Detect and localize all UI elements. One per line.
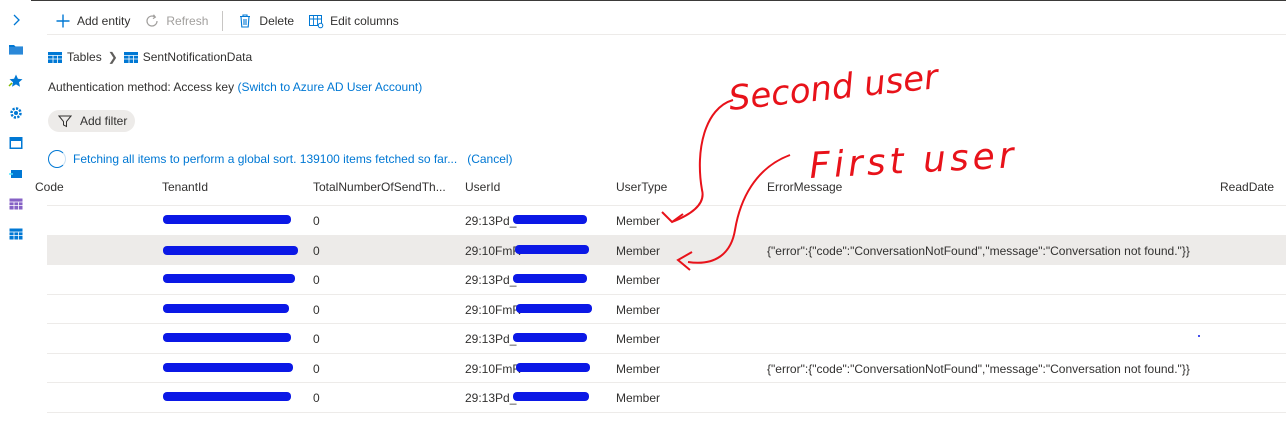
entity-table: Code TenantId TotalNumberOfSendTh... Use… bbox=[35, 176, 1286, 413]
usertype-cell: Member bbox=[616, 243, 661, 258]
table-icon[interactable] bbox=[8, 226, 24, 242]
folder-icon[interactable] bbox=[8, 41, 24, 57]
switch-auth-link[interactable]: (Switch to Azure AD User Account) bbox=[237, 80, 422, 94]
userid-cell: 29:13Pd_ bbox=[465, 273, 517, 287]
redaction-mark bbox=[516, 303, 592, 313]
column-header-tenantid[interactable]: TenantId bbox=[162, 180, 208, 194]
filter-icon bbox=[58, 115, 72, 128]
table-row[interactable]: 0 29:13Pd_ Member bbox=[47, 324, 1286, 354]
total-cell: 0 bbox=[313, 332, 320, 346]
userid-cell: 29:10FmR bbox=[465, 302, 522, 317]
userid-cell: 29:13Pd_ bbox=[465, 332, 517, 346]
error-cell: {"error":{"code":"ConversationNotFound",… bbox=[767, 243, 1190, 258]
table-header: Code TenantId TotalNumberOfSendTh... Use… bbox=[35, 176, 1286, 206]
column-header-usertype[interactable]: UserType bbox=[616, 180, 667, 194]
redaction-mark bbox=[163, 245, 298, 255]
userid-cell: 29:13Pd_ bbox=[465, 214, 517, 228]
redaction-mark bbox=[163, 333, 291, 342]
auth-method-label: Authentication method: bbox=[48, 80, 171, 94]
usertype-cell: Member bbox=[616, 214, 661, 228]
redaction-mark bbox=[513, 215, 587, 224]
total-cell: 0 bbox=[313, 273, 320, 287]
total-cell: 0 bbox=[313, 243, 320, 258]
refresh-icon bbox=[144, 13, 160, 29]
total-cell: 0 bbox=[313, 302, 320, 317]
usertype-cell: Member bbox=[616, 391, 661, 405]
table-row[interactable]: 0 29:13Pd_ Member bbox=[47, 206, 1286, 236]
edit-columns-icon bbox=[308, 13, 324, 29]
loading-spinner-icon bbox=[48, 150, 66, 168]
table-row[interactable]: 0 29:10FmR Member bbox=[47, 295, 1286, 324]
expand-chevron-icon[interactable] bbox=[8, 12, 24, 28]
refresh-label: Refresh bbox=[166, 14, 209, 28]
toolbar-divider bbox=[222, 11, 224, 31]
table-icon bbox=[48, 51, 62, 63]
error-cell: {"error":{"code":"ConversationNotFound",… bbox=[767, 361, 1190, 376]
usertype-cell: Member bbox=[616, 302, 661, 317]
add-entity-button[interactable]: Add entity bbox=[55, 11, 130, 31]
plus-icon bbox=[55, 13, 71, 29]
window-top-border bbox=[0, 0, 1286, 1]
column-header-errormessage[interactable]: ErrorMessage bbox=[767, 180, 842, 194]
left-nav-rail bbox=[0, 0, 31, 421]
total-cell: 0 bbox=[313, 361, 320, 376]
redaction-mark bbox=[515, 244, 589, 254]
trash-icon bbox=[237, 13, 253, 29]
total-cell: 0 bbox=[313, 214, 320, 228]
fetch-status: Fetching all items to perform a global s… bbox=[48, 150, 513, 168]
add-entity-label: Add entity bbox=[77, 14, 131, 28]
star-icon[interactable] bbox=[8, 73, 24, 89]
column-header-userid[interactable]: UserId bbox=[465, 180, 500, 194]
edit-columns-label: Edit columns bbox=[330, 14, 399, 28]
table-storage-icon[interactable] bbox=[8, 196, 24, 212]
table-row[interactable]: 0 29:13Pd_ Member bbox=[47, 265, 1286, 295]
stray-dot bbox=[1198, 335, 1200, 337]
table-icon bbox=[123, 51, 138, 63]
delete-button[interactable]: Delete bbox=[237, 11, 294, 31]
storage-account-icon[interactable] bbox=[8, 135, 24, 151]
cancel-fetch-link[interactable]: (Cancel) bbox=[467, 152, 512, 166]
breadcrumb-current-table: SentNotificationData bbox=[142, 50, 253, 64]
table-row[interactable]: 0 29:13Pd_ Member bbox=[47, 383, 1286, 413]
delete-label: Delete bbox=[259, 14, 295, 28]
add-filter-label: Add filter bbox=[80, 114, 128, 128]
breadcrumb-chevron-icon: ❯ bbox=[107, 50, 118, 64]
redaction-mark bbox=[163, 362, 293, 372]
refresh-button[interactable]: Refresh bbox=[144, 11, 208, 31]
edit-columns-button[interactable]: Edit columns bbox=[308, 11, 399, 31]
redaction-mark bbox=[163, 215, 291, 224]
table-row-selected[interactable]: 0 29:10FmR Member {"error":{"code":"Conv… bbox=[47, 235, 1286, 265]
redaction-mark bbox=[516, 362, 590, 372]
auth-method-line: Authentication method: Access key (Switc… bbox=[48, 80, 422, 94]
redaction-mark bbox=[513, 392, 589, 401]
queue-icon[interactable] bbox=[8, 165, 24, 181]
toolbar-divider-line bbox=[47, 34, 1286, 35]
auth-method-value: Access key bbox=[173, 80, 235, 94]
redaction-mark bbox=[163, 392, 291, 401]
userid-cell: 29:10FmR bbox=[465, 361, 522, 376]
usertype-cell: Member bbox=[616, 273, 661, 287]
redaction-mark bbox=[513, 274, 587, 283]
usertype-cell: Member bbox=[616, 361, 661, 376]
command-bar: Add entity Refresh Delete Edit columns bbox=[55, 11, 413, 31]
column-header-code[interactable]: Code bbox=[35, 180, 64, 194]
column-header-totalnumber[interactable]: TotalNumberOfSendTh... bbox=[313, 180, 446, 194]
breadcrumb: Tables ❯ SentNotificationData bbox=[48, 50, 252, 64]
annotation-second-user: Second user bbox=[727, 57, 942, 119]
gear-icon[interactable] bbox=[8, 105, 24, 121]
redaction-mark bbox=[163, 303, 289, 313]
breadcrumb-tables-link[interactable]: Tables bbox=[67, 50, 102, 64]
redaction-mark bbox=[163, 274, 295, 283]
table-row[interactable]: 0 29:10FmR Member {"error":{"code":"Conv… bbox=[47, 354, 1286, 383]
fetch-status-text: Fetching all items to perform a global s… bbox=[73, 152, 458, 166]
add-filter-button[interactable]: Add filter bbox=[48, 110, 135, 132]
userid-cell: 29:10FmR bbox=[465, 243, 522, 258]
total-cell: 0 bbox=[313, 391, 320, 405]
userid-cell: 29:13Pd_ bbox=[465, 391, 517, 405]
usertype-cell: Member bbox=[616, 332, 661, 346]
column-header-readdate[interactable]: ReadDate bbox=[1220, 180, 1274, 194]
redaction-mark bbox=[513, 333, 587, 342]
